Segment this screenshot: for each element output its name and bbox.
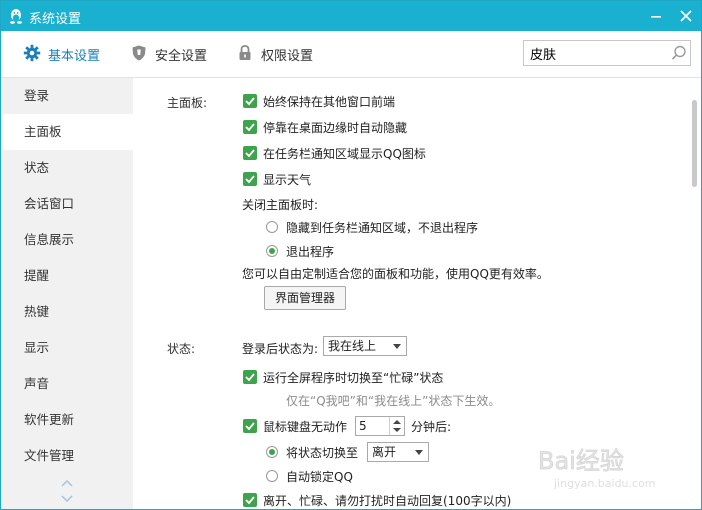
sidebar-item-main-panel[interactable]: 主面板 <box>1 114 133 150</box>
radio-hide-to-tray[interactable] <box>266 221 278 233</box>
checkbox-always-on-top[interactable] <box>243 94 257 108</box>
sidebar-item-hotkey[interactable]: 热键 <box>1 294 133 330</box>
baidu-paw-logo: Bai经验 jingyan.baidu.com <box>538 447 656 490</box>
sidebar-item-file-management[interactable]: 文件管理 <box>1 438 133 474</box>
dropdown-arrow-icon <box>415 450 423 455</box>
minimize-icon <box>651 16 661 18</box>
checkmark-icon <box>245 422 255 431</box>
interface-manager-button[interactable]: 界面管理器 <box>264 286 346 310</box>
checkmark-icon <box>245 149 255 158</box>
checkbox-show-weather[interactable] <box>243 172 257 186</box>
shield-icon <box>132 45 146 61</box>
sidebar-item-reminder[interactable]: 提醒 <box>1 258 133 294</box>
search-box[interactable] <box>523 40 691 66</box>
close-button[interactable] <box>675 5 697 27</box>
checkmark-icon <box>245 97 255 106</box>
customize-hint: 您可以自由定制适合您的面板和功能，使用QQ更有效率。 <box>242 267 549 281</box>
idle-minutes-stepper[interactable]: 5 <box>355 416 405 436</box>
sidebar-item-info-display[interactable]: 信息展示 <box>1 222 133 258</box>
stepper-buttons[interactable] <box>389 417 404 435</box>
checkmark-icon <box>245 123 255 132</box>
idle-suffix: 分钟后: <box>411 420 452 434</box>
radio-exit-program[interactable] <box>266 245 278 257</box>
checkbox-tray-icon[interactable] <box>243 146 257 160</box>
login-status-value: 我在线上 <box>328 339 377 353</box>
checkbox-auto-hide[interactable] <box>243 120 257 134</box>
sidebar-item-display[interactable]: 显示 <box>1 330 133 366</box>
checkbox-auto-reply[interactable] <box>243 493 257 507</box>
minimize-button[interactable] <box>645 5 667 27</box>
tab-security-settings[interactable]: 安全设置 <box>130 44 210 64</box>
title-bar[interactable]: 系统设置 <box>1 1 701 31</box>
window-title: 系统设置 <box>29 12 82 27</box>
sidebar-item-software-update[interactable]: 软件更新 <box>1 402 133 438</box>
checkmark-icon <box>245 496 255 505</box>
scrollbar-thumb[interactable] <box>692 100 697 187</box>
toolbar: 基本设置 安全设置 权限设置 <box>1 31 701 78</box>
tab-permission-settings-label: 权限设置 <box>261 49 314 64</box>
idle-label: 鼠标键盘无动作 <box>263 420 348 434</box>
tab-basic-settings[interactable]: 基本设置 <box>23 44 103 64</box>
switch-status-label: 将状态切换至 <box>286 446 359 460</box>
sidebar-item-sound[interactable]: 声音 <box>1 366 133 402</box>
checkbox-fullscreen-busy[interactable] <box>243 370 257 384</box>
sidebar-item-status[interactable]: 状态 <box>1 150 133 186</box>
watermark-subtext: jingyan.baidu.com <box>553 477 656 490</box>
sidebar-item-login[interactable]: 登录 <box>1 78 133 114</box>
settings-window: 系统设置 基本设置 安全设置 权限设置 皮肤 登录 主面板 状态 会话窗口 信息… <box>0 0 702 510</box>
radio-switch-status[interactable] <box>266 446 278 458</box>
tab-permission-settings[interactable]: 权限设置 <box>236 44 316 64</box>
close-panel-label: 关闭主面板时: <box>242 198 319 212</box>
status-section-label: 状态: <box>167 342 196 356</box>
dropdown-arrow-icon <box>393 344 401 349</box>
stepper-up-icon[interactable] <box>393 420 401 424</box>
main-panel-section-label: 主面板: <box>167 96 208 110</box>
stepper-down-icon[interactable] <box>393 428 401 432</box>
chevron-down-icon[interactable] <box>59 494 75 504</box>
fullscreen-hint: 仅在“Q我吧”和“我在线上”状态下生效。 <box>286 394 501 408</box>
login-status-label: 登录后状态为: <box>242 342 319 356</box>
gear-icon <box>23 44 41 62</box>
checkmark-icon <box>245 175 255 184</box>
checkbox-idle-action[interactable] <box>243 419 257 433</box>
sidebar: 登录 主面板 状态 会话窗口 信息展示 提醒 热键 显示 声音 软件更新 文件管… <box>1 78 133 509</box>
checkmark-icon <box>245 373 255 382</box>
switch-status-select[interactable]: 离开 <box>367 442 429 462</box>
chevron-up-icon[interactable] <box>59 478 75 488</box>
search-icon[interactable] <box>670 44 688 62</box>
radio-label: 退出程序 <box>286 245 335 259</box>
checkbox-label: 在任务栏通知区域显示QQ图标 <box>263 147 426 161</box>
checkbox-label: 始终保持在其他窗口前端 <box>263 95 396 109</box>
sidebar-item-chat-window[interactable]: 会话窗口 <box>1 186 133 222</box>
radio-label: 隐藏到任务栏通知区域，不退出程序 <box>286 221 479 235</box>
radio-auto-lock[interactable] <box>266 470 278 482</box>
auto-lock-label: 自动锁定QQ <box>286 470 353 484</box>
checkbox-label: 离开、忙碌、请勿打扰时自动回复(100字以内) <box>263 494 512 508</box>
lock-icon <box>239 45 251 60</box>
search-input[interactable] <box>530 44 660 62</box>
qq-penguin-icon <box>10 9 22 24</box>
tab-security-settings-label: 安全设置 <box>155 49 208 64</box>
close-icon <box>680 10 692 22</box>
baidu-watermark: Bai经验 jingyan.baidu.com <box>538 441 698 491</box>
checkbox-label: 运行全屏程序时切换至“忙碌”状态 <box>263 371 444 385</box>
switch-status-value: 离开 <box>372 445 397 459</box>
watermark-text: Bai经验 <box>538 447 624 475</box>
idle-minutes-value: 5 <box>359 419 367 433</box>
login-status-select[interactable]: 我在线上 <box>323 336 407 356</box>
checkbox-label: 停靠在桌面边缘时自动隐藏 <box>263 121 408 135</box>
checkbox-label: 显示天气 <box>263 173 312 187</box>
tab-basic-settings-label: 基本设置 <box>48 49 101 64</box>
